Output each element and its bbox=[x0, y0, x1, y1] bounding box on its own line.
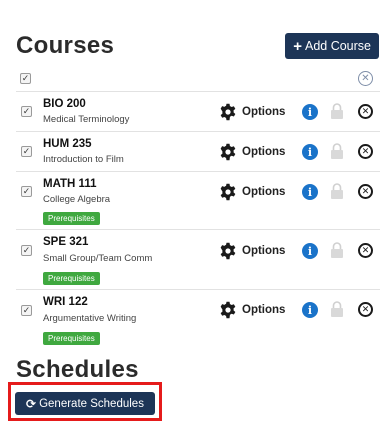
generate-schedules-label: Generate Schedules bbox=[39, 397, 144, 410]
lock-icon[interactable] bbox=[330, 301, 344, 317]
course-code: WRI 122 bbox=[43, 296, 88, 308]
plus-icon: + bbox=[293, 37, 302, 55]
course-name: Argumentative Writing bbox=[43, 313, 137, 324]
course-row: BIO 200 Medical Terminology Options i ✕ bbox=[16, 91, 380, 131]
select-all-row: ✕ bbox=[16, 70, 380, 88]
remove-course-icon[interactable]: ✕ bbox=[358, 243, 373, 258]
course-name: Small Group/Team Comm bbox=[43, 253, 153, 264]
options-button[interactable]: Options bbox=[219, 301, 285, 319]
lock-icon[interactable] bbox=[330, 143, 344, 159]
options-button[interactable]: Options bbox=[219, 183, 285, 201]
course-name: Medical Terminology bbox=[43, 114, 130, 125]
options-label: Options bbox=[242, 304, 286, 316]
courses-header: Courses + Add Course bbox=[16, 30, 380, 64]
course-name: College Algebra bbox=[43, 194, 111, 205]
course-code: MATH 111 bbox=[43, 178, 97, 190]
gear-icon bbox=[220, 103, 236, 121]
clear-all-icon[interactable]: ✕ bbox=[358, 71, 373, 86]
options-button[interactable]: Options bbox=[219, 143, 285, 161]
lock-icon[interactable] bbox=[330, 183, 344, 199]
options-button[interactable]: Options bbox=[219, 103, 285, 121]
course-checkbox[interactable] bbox=[21, 245, 32, 256]
lock-icon[interactable] bbox=[330, 103, 344, 119]
remove-course-icon[interactable]: ✕ bbox=[358, 184, 373, 199]
schedules-title: Schedules bbox=[16, 356, 139, 383]
remove-course-icon[interactable]: ✕ bbox=[358, 302, 373, 317]
course-row: MATH 111 College Algebra Prerequisites O… bbox=[16, 171, 380, 229]
prerequisites-badge[interactable]: Prerequisites bbox=[43, 332, 100, 345]
refresh-icon: ⟳ bbox=[26, 396, 37, 411]
options-label: Options bbox=[242, 146, 286, 158]
gear-icon bbox=[220, 242, 236, 260]
prerequisites-badge[interactable]: Prerequisites bbox=[43, 272, 100, 285]
gear-icon bbox=[220, 183, 236, 201]
options-button[interactable]: Options bbox=[219, 242, 285, 260]
course-name: Introduction to Film bbox=[43, 154, 124, 165]
course-row: WRI 122 Argumentative Writing Prerequisi… bbox=[16, 289, 380, 349]
prerequisites-badge[interactable]: Prerequisites bbox=[43, 212, 100, 225]
add-course-button[interactable]: + Add Course bbox=[285, 33, 379, 59]
lock-icon[interactable] bbox=[330, 242, 344, 258]
course-checkbox[interactable] bbox=[21, 186, 32, 197]
course-checkbox[interactable] bbox=[21, 305, 32, 316]
info-icon[interactable]: i bbox=[302, 302, 318, 318]
gear-icon bbox=[220, 301, 236, 319]
options-label: Options bbox=[242, 106, 286, 118]
info-icon[interactable]: i bbox=[302, 184, 318, 200]
course-checkbox[interactable] bbox=[21, 146, 32, 157]
info-icon[interactable]: i bbox=[302, 243, 318, 259]
course-checkbox[interactable] bbox=[21, 106, 32, 117]
options-label: Options bbox=[242, 186, 286, 198]
gear-icon bbox=[220, 143, 236, 161]
generate-schedules-button[interactable]: ⟳ Generate Schedules bbox=[15, 392, 155, 415]
remove-course-icon[interactable]: ✕ bbox=[358, 104, 373, 119]
remove-course-icon[interactable]: ✕ bbox=[358, 144, 373, 159]
courses-title: Courses bbox=[16, 32, 115, 59]
course-row: HUM 235 Introduction to Film Options i ✕ bbox=[16, 131, 380, 171]
info-icon[interactable]: i bbox=[302, 104, 318, 120]
course-list: BIO 200 Medical Terminology Options i ✕ … bbox=[16, 91, 380, 349]
info-icon[interactable]: i bbox=[302, 144, 318, 160]
course-code: BIO 200 bbox=[43, 98, 86, 110]
add-course-label: Add Course bbox=[304, 39, 371, 53]
course-row: SPE 321 Small Group/Team Comm Prerequisi… bbox=[16, 229, 380, 289]
course-code: SPE 321 bbox=[43, 236, 89, 248]
course-code: HUM 235 bbox=[43, 138, 92, 150]
select-all-checkbox[interactable] bbox=[20, 73, 31, 84]
options-label: Options bbox=[242, 245, 286, 257]
